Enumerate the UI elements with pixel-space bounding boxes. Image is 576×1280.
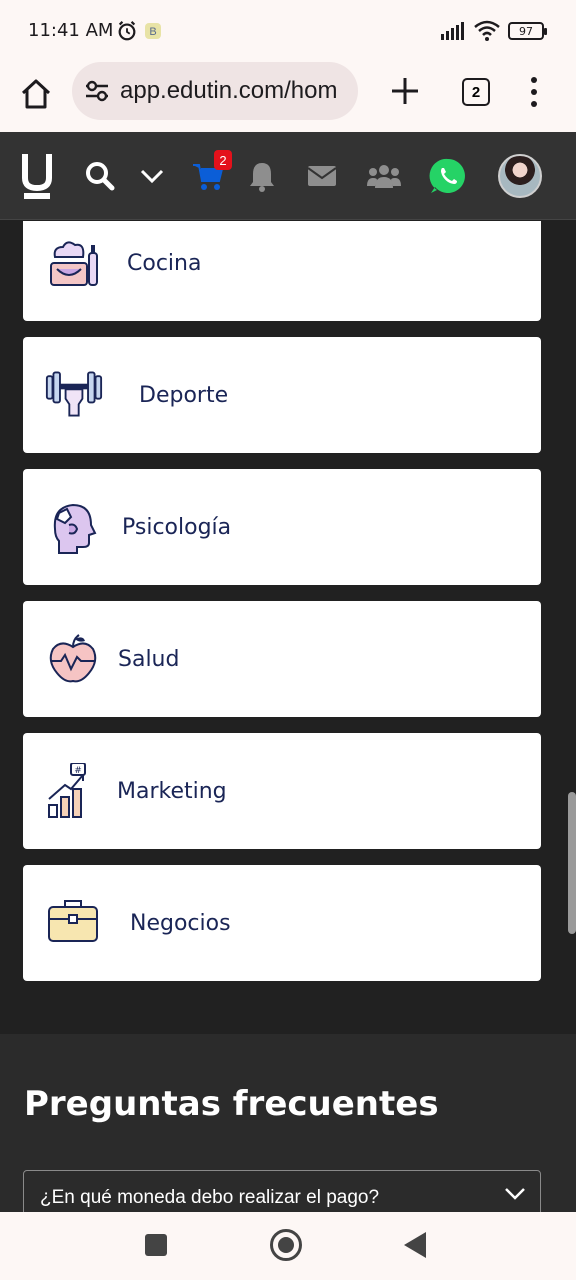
category-card-negocios[interactable]: Negocios: [23, 865, 541, 981]
home-button[interactable]: [270, 1229, 302, 1261]
briefcase-icon: [48, 900, 98, 942]
category-card-marketing[interactable]: # Marketing: [23, 733, 541, 849]
category-card-psicologia[interactable]: Psicología: [23, 469, 541, 585]
cooking-icon: [50, 241, 98, 286]
faq-section: Preguntas frecuentes ¿En qué moneda debo…: [0, 1034, 576, 1230]
status-bar: 11:41 AM B 97: [0, 0, 576, 62]
cart-count-badge: 2: [214, 150, 232, 170]
signal-icon: [441, 22, 464, 40]
site-header: 2: [0, 132, 576, 220]
category-label: Cocina: [127, 250, 202, 276]
site-settings-icon[interactable]: [82, 76, 112, 106]
category-label: Salud: [118, 646, 180, 672]
psychology-head-icon: [53, 503, 97, 554]
page-scrollbar[interactable]: [568, 792, 576, 934]
category-label: Marketing: [117, 778, 227, 804]
category-label: Negocios: [130, 910, 231, 936]
address-bar[interactable]: app.edutin.com/hom: [72, 62, 358, 120]
category-list: Cocina Deporte Psicología Salud # Market…: [0, 221, 576, 1034]
svg-text:B: B: [149, 26, 156, 38]
bell-icon[interactable]: [240, 154, 284, 198]
alarm-icon: [118, 21, 136, 41]
svg-text:#: #: [74, 766, 82, 776]
whatsapp-icon[interactable]: [426, 154, 470, 198]
search-icon[interactable]: [78, 154, 122, 198]
dumbbell-icon: [45, 371, 103, 417]
battery-icon: 97: [508, 22, 547, 40]
marketing-chart-icon: #: [48, 763, 86, 818]
mail-icon[interactable]: [300, 154, 344, 198]
status-time: 11:41 AM: [28, 20, 114, 41]
wifi-icon: [474, 20, 500, 41]
edutin-logo[interactable]: [22, 152, 52, 200]
browser-toolbar: app.edutin.com/hom 2: [0, 62, 576, 132]
app-b-icon: B: [145, 23, 161, 39]
tab-switcher-button[interactable]: 2: [462, 78, 490, 106]
health-apple-icon: [49, 634, 97, 683]
more-menu-icon[interactable]: [522, 74, 546, 110]
community-icon[interactable]: [362, 154, 406, 198]
faq-title: Preguntas frecuentes: [24, 1084, 439, 1124]
faq-question[interactable]: ¿En qué moneda debo realizar el pago?: [40, 1187, 379, 1209]
cart-icon[interactable]: 2: [186, 150, 232, 198]
url-text[interactable]: app.edutin.com/hom: [120, 77, 350, 105]
category-label: Deporte: [139, 382, 229, 408]
category-card-salud[interactable]: Salud: [23, 601, 541, 717]
category-card-cocina[interactable]: Cocina: [23, 221, 541, 321]
category-label: Psicología: [122, 514, 232, 540]
new-tab-icon[interactable]: [388, 74, 422, 108]
recents-button[interactable]: [145, 1234, 167, 1256]
chevron-down-icon[interactable]: [504, 1187, 526, 1201]
system-navigation-bar: [0, 1212, 576, 1280]
category-card-deporte[interactable]: Deporte: [23, 337, 541, 453]
chevron-down-icon[interactable]: [130, 154, 174, 198]
avatar[interactable]: [498, 154, 542, 198]
back-button[interactable]: [404, 1232, 426, 1258]
home-icon[interactable]: [18, 76, 54, 112]
